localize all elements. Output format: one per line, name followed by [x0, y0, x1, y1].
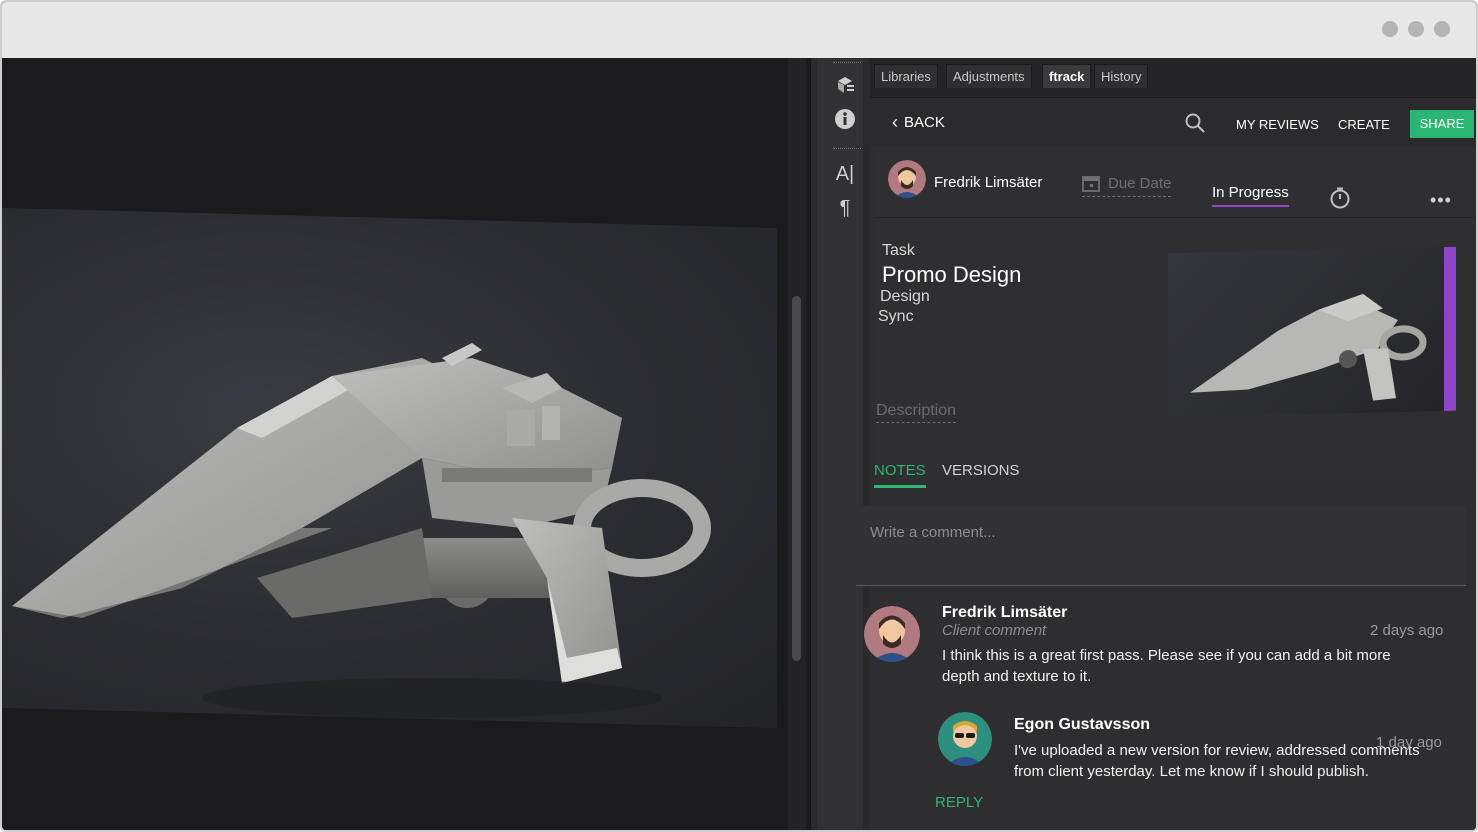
- tab-ftrack[interactable]: ftrack: [1042, 64, 1092, 88]
- character-icon[interactable]: A|: [831, 160, 859, 188]
- note-author-avatar[interactable]: [864, 606, 920, 662]
- reply-text-line: from client yesterday. Let me know if I …: [1014, 763, 1369, 780]
- share-button[interactable]: SHARE: [1410, 110, 1474, 138]
- task-thumbnail[interactable]: [1168, 246, 1456, 418]
- chevron-left-icon: ‹: [892, 112, 898, 132]
- comment-box: [856, 506, 1466, 586]
- ftrack-panel: Libraries Adjustments ftrack History ‹ B…: [856, 58, 1476, 830]
- timer-icon[interactable]: [1328, 186, 1352, 210]
- task-project: Sync: [878, 308, 914, 325]
- note-kind: Client comment: [942, 622, 1047, 639]
- cube-icon[interactable]: [831, 74, 859, 102]
- tab-adjustments[interactable]: Adjustments: [946, 64, 1032, 88]
- note-text-line: depth and texture to it.: [942, 668, 1092, 685]
- create-link[interactable]: CREATE: [1338, 117, 1390, 132]
- due-date-field[interactable]: Due Date: [1082, 174, 1172, 197]
- spaceship-render: [12, 343, 711, 718]
- calendar-icon: [1082, 176, 1100, 192]
- viewport-scrollbar-thumb[interactable]: [792, 296, 801, 661]
- tab-notes[interactable]: NOTES: [874, 462, 926, 488]
- panel-tabs: Libraries Adjustments ftrack History: [870, 58, 1476, 98]
- reply-author: Egon Gustavsson: [1014, 716, 1151, 733]
- note-time: 2 days ago: [1370, 622, 1444, 639]
- notes-tabs: NOTES VERSIONS: [870, 458, 1476, 498]
- window-dot[interactable]: [1382, 21, 1398, 37]
- reply-author-avatar[interactable]: [938, 712, 992, 766]
- due-date-label: Due Date: [1108, 174, 1172, 192]
- note-text-line: I think this is a great first pass. Plea…: [942, 647, 1391, 664]
- task-info: Task Promo Design Design Sync Descriptio…: [876, 218, 1474, 478]
- reply-item: Egon Gustavsson I've uploaded a new vers…: [1014, 716, 1420, 782]
- tab-history[interactable]: History: [1094, 64, 1149, 88]
- note-author: Fredrik Limsäter: [942, 604, 1068, 621]
- tool-strip: A| ¶: [810, 58, 870, 830]
- window-controls: [1382, 21, 1450, 37]
- top-nav: ‹ BACK MY REVIEWS CREATE SHARE: [870, 98, 1476, 146]
- comment-input[interactable]: [870, 524, 1430, 541]
- app-window: A| ¶ Libraries Adjustments ftrack Histor…: [0, 0, 1478, 832]
- note-item: Fredrik Limsäter Client comment I think …: [942, 604, 1391, 687]
- tool-column: A| ¶: [817, 58, 863, 830]
- task-name: Promo Design: [882, 262, 1022, 287]
- search-icon[interactable]: [1184, 112, 1206, 134]
- render-viewport[interactable]: [2, 58, 810, 830]
- task-label: Task: [882, 242, 915, 259]
- task-toolbar: Fredrik Limsäter Due Date In Progress ••…: [876, 146, 1474, 218]
- status-color-bar: [1444, 246, 1456, 412]
- tool-separator: [833, 62, 861, 66]
- thumbnail-spaceship: [1190, 293, 1427, 401]
- back-button[interactable]: ‹ BACK: [892, 113, 945, 131]
- more-options-icon[interactable]: •••: [1430, 190, 1452, 211]
- window-dot[interactable]: [1434, 21, 1450, 37]
- title-bar: [2, 2, 1476, 58]
- task-type: Design: [880, 288, 930, 305]
- reply-time: 1 day ago: [1376, 734, 1442, 751]
- paragraph-icon[interactable]: ¶: [831, 194, 859, 222]
- info-icon[interactable]: [831, 108, 859, 136]
- my-reviews-link[interactable]: MY REVIEWS: [1236, 117, 1319, 132]
- window-dot[interactable]: [1408, 21, 1424, 37]
- tab-libraries[interactable]: Libraries: [874, 64, 938, 88]
- assignee-avatar[interactable]: [888, 160, 926, 198]
- reply-button[interactable]: REPLY: [935, 794, 983, 811]
- status-dropdown[interactable]: In Progress: [1212, 184, 1289, 207]
- tab-versions[interactable]: VERSIONS: [942, 462, 1020, 485]
- tool-separator: [833, 148, 861, 152]
- description-field[interactable]: Description: [876, 402, 957, 423]
- reply-text-line: I've uploaded a new version for review, …: [1014, 742, 1420, 759]
- assignee-name[interactable]: Fredrik Limsäter: [934, 174, 1042, 191]
- back-label: BACK: [904, 113, 945, 131]
